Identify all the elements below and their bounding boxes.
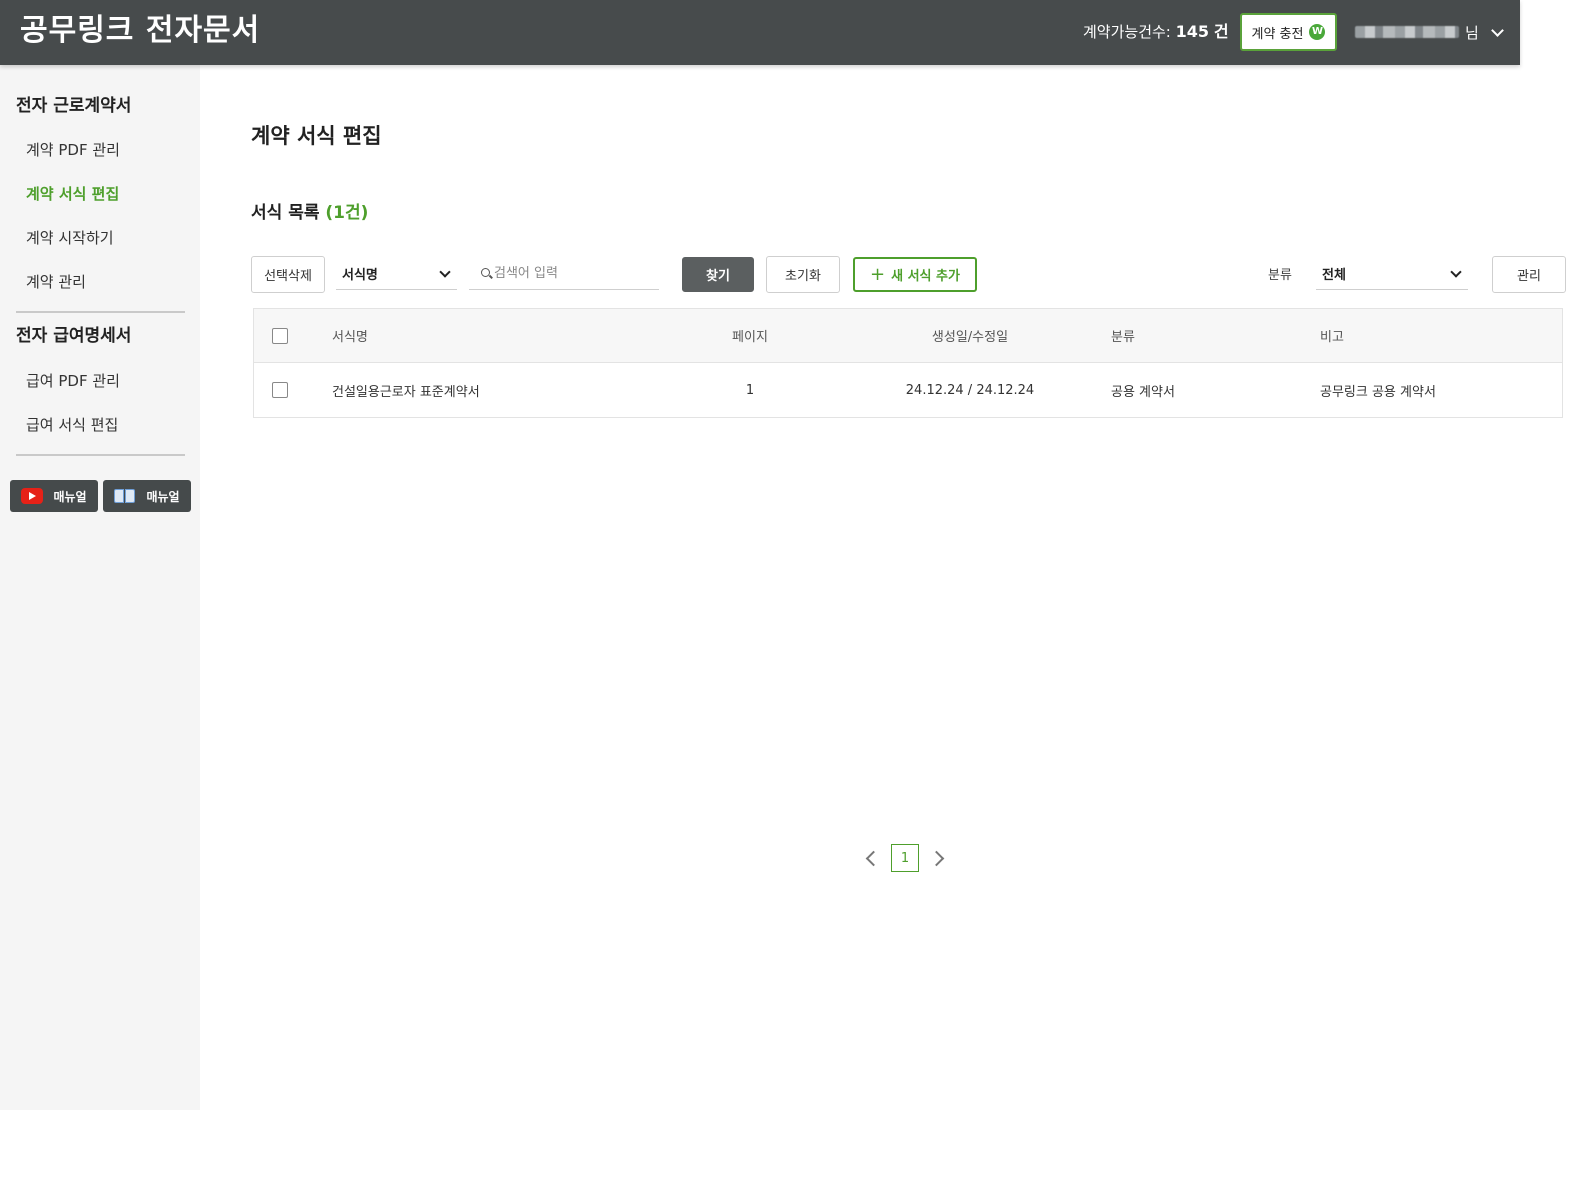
search-field-value: 서식명 (342, 268, 378, 283)
category-select[interactable]: 전체 (1316, 258, 1468, 290)
column-header-pages[interactable]: 페이지 (690, 309, 810, 362)
sidebar-divider (16, 311, 185, 313)
sidebar-section-employment-contract: 전자 근로계약서 (16, 96, 132, 116)
template-pages: 1 (745, 382, 755, 398)
video-manual-label: 매뉴얼 (53, 489, 87, 504)
book-manual-label: 매뉴얼 (146, 489, 180, 504)
chevron-down-icon (1490, 23, 1504, 37)
list-title-text: 서식 목록 (251, 203, 320, 223)
template-category: 공용 계약서 (1111, 384, 1175, 400)
list-count: (1건) (325, 203, 369, 223)
book-manual-button[interactable]: 매뉴얼 (103, 480, 191, 512)
search-input[interactable] (494, 266, 644, 281)
table-row[interactable]: 건설일용근로자 표준계약서 1 24.12.24 / 24.12.24 공용 계… (254, 363, 1562, 417)
reset-button[interactable]: 초기화 (766, 256, 840, 293)
video-manual-button[interactable]: 매뉴얼 (10, 480, 98, 512)
sidebar: 전자 근로계약서 계약 PDF 관리 계약 서식 편집 계약 시작하기 계약 관… (0, 65, 200, 1110)
search-icon (481, 267, 490, 277)
sidebar-section-payslip: 전자 급여명세서 (16, 326, 132, 346)
template-dates: 24.12.24 / 24.12.24 (905, 382, 1035, 398)
column-header-name[interactable]: 서식명 (332, 309, 368, 362)
sidebar-item-contract-pdf[interactable]: 계약 PDF 관리 (26, 139, 120, 160)
sidebar-item-payslip-pdf[interactable]: 급여 PDF 관리 (26, 370, 120, 391)
quota-label: 계약가능건수: (1083, 23, 1171, 41)
w-coin-icon: W (1309, 24, 1326, 40)
template-list-title: 서식 목록 (1건) (251, 198, 368, 223)
app-logo[interactable]: 공무링크 전자문서 (20, 10, 260, 52)
column-header-category[interactable]: 분류 (1111, 309, 1135, 362)
add-template-button[interactable]: + 새 서식 추가 (853, 257, 977, 292)
user-name-redacted (1355, 26, 1459, 38)
top-header: 공무링크 전자문서 계약가능건수: 145 건 계약 충전 W 님 (0, 0, 1520, 65)
select-all-checkbox[interactable] (272, 327, 288, 344)
sidebar-divider (16, 454, 185, 456)
chevron-right-icon[interactable] (928, 850, 945, 866)
table-header-row: 서식명 페이지 생성일/수정일 분류 비고 (254, 309, 1562, 363)
column-header-note[interactable]: 비고 (1320, 309, 1344, 362)
sidebar-item-start-contract[interactable]: 계약 시작하기 (26, 227, 114, 248)
chevron-down-icon (439, 265, 451, 278)
template-table: 서식명 페이지 생성일/수정일 분류 비고 건설일용근로자 표준계약서 1 24… (253, 308, 1563, 418)
pagination: 1 (864, 843, 946, 873)
template-note: 공무링크 공용 계약서 (1320, 384, 1436, 400)
find-button[interactable]: 찾기 (682, 257, 754, 292)
charge-button-label: 계약 충전 (1251, 26, 1304, 42)
user-menu[interactable]: 님 (1355, 20, 1504, 44)
user-suffix: 님 (1465, 23, 1479, 42)
youtube-icon (21, 488, 44, 504)
sidebar-item-contract-template-edit[interactable]: 계약 서식 편집 (26, 183, 119, 204)
row-checkbox[interactable] (272, 382, 288, 398)
chevron-left-icon[interactable] (865, 850, 882, 866)
add-template-label: 새 서식 추가 (891, 269, 960, 284)
search-field-select[interactable]: 서식명 (336, 258, 457, 290)
sidebar-item-contract-manage[interactable]: 계약 관리 (26, 271, 86, 292)
book-icon (114, 489, 136, 503)
search-box (469, 258, 659, 290)
contract-quota: 계약가능건수: 145 건 (1083, 21, 1229, 43)
quota-count: 145 (1175, 22, 1210, 41)
category-value: 전체 (1322, 268, 1346, 283)
page-title: 계약 서식 편집 (251, 124, 382, 148)
column-header-dates[interactable]: 생성일/수정일 (890, 309, 1050, 362)
chevron-down-icon (1450, 265, 1462, 278)
sidebar-item-payslip-template-edit[interactable]: 급여 서식 편집 (26, 414, 118, 435)
quota-unit: 건 (1213, 22, 1229, 41)
plus-icon: + (870, 263, 886, 285)
header-checkbox-cell (272, 309, 288, 362)
template-name[interactable]: 건설일용근로자 표준계약서 (332, 363, 480, 417)
delete-selected-button[interactable]: 선택삭제 (251, 256, 325, 293)
charge-contract-button[interactable]: 계약 충전 W (1240, 13, 1337, 51)
row-checkbox-cell (272, 363, 288, 417)
category-label: 분류 (1268, 268, 1292, 283)
page-number-current[interactable]: 1 (891, 844, 919, 872)
manage-button[interactable]: 관리 (1492, 256, 1566, 293)
